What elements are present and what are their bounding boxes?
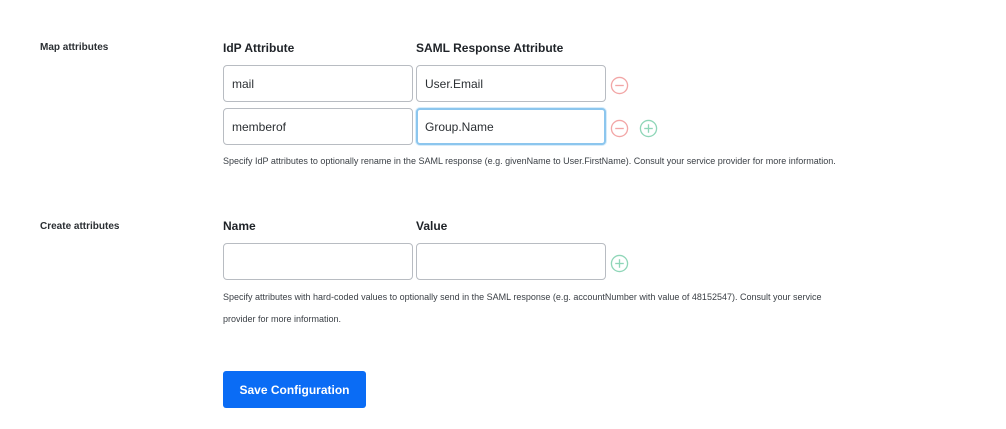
create-attributes-help-text-line-1: Specify attributes with hard-coded value… xyxy=(223,292,822,302)
minus-circle-icon[interactable] xyxy=(610,76,629,95)
plus-circle-icon[interactable] xyxy=(610,254,629,273)
name-header: Name xyxy=(223,219,256,233)
idp-attribute-header: IdP Attribute xyxy=(223,41,295,55)
create-attributes-label: Create attributes xyxy=(40,221,120,232)
attribute-value-input[interactable] xyxy=(416,243,606,280)
create-attributes-help-text-line-2: provider for more information. xyxy=(223,314,342,324)
saml-attribute-input-1[interactable] xyxy=(416,65,606,102)
plus-circle-icon[interactable] xyxy=(639,119,658,138)
save-configuration-button[interactable]: Save Configuration xyxy=(223,371,366,408)
map-attributes-label: Map attributes xyxy=(40,42,109,53)
minus-circle-icon[interactable] xyxy=(610,119,629,138)
saml-attribute-input-2[interactable] xyxy=(416,108,606,145)
saml-response-attribute-header: SAML Response Attribute xyxy=(416,41,564,55)
saml-attribute-config: Map attributes IdP Attribute SAML Respon… xyxy=(0,0,1006,429)
value-header: Value xyxy=(416,219,448,233)
attribute-name-input[interactable] xyxy=(223,243,413,280)
idp-attribute-input-2[interactable] xyxy=(223,108,413,145)
idp-attribute-input-1[interactable] xyxy=(223,65,413,102)
map-attributes-help-text: Specify IdP attributes to optionally ren… xyxy=(223,156,836,166)
